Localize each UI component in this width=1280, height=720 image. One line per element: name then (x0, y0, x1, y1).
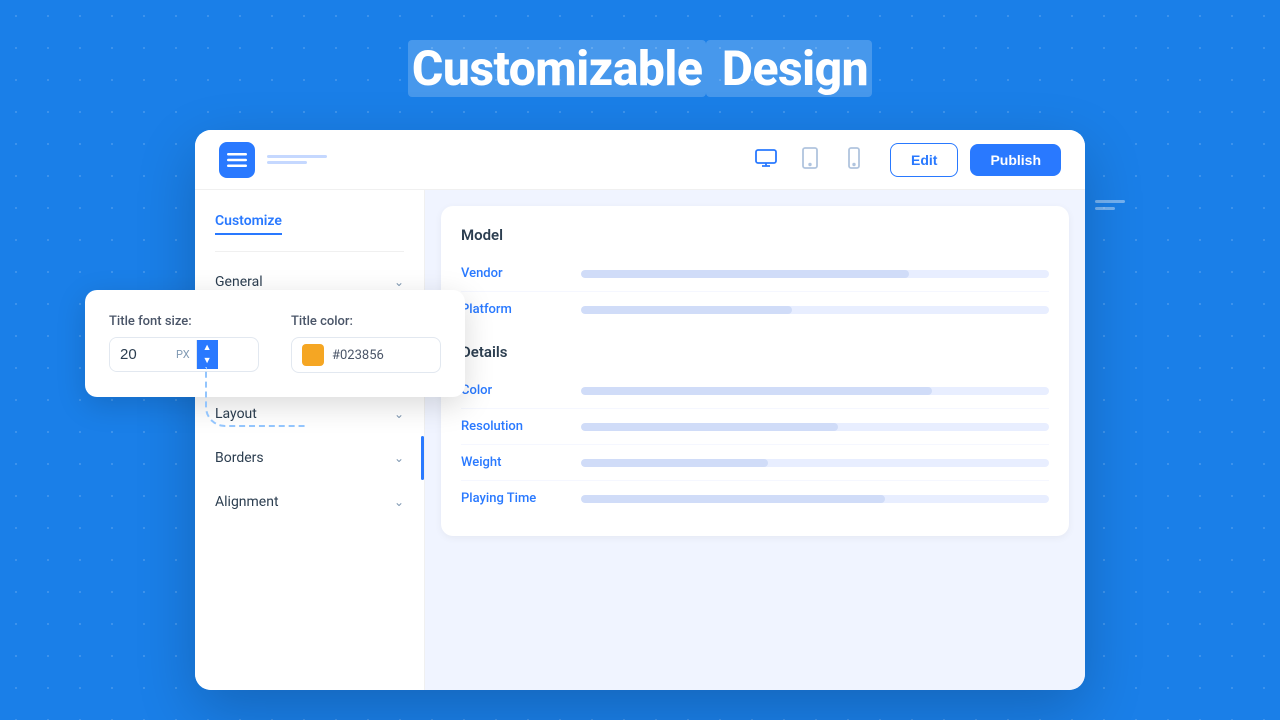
color-hex-value: #023856 (332, 348, 384, 363)
color-label: Color (461, 383, 581, 398)
alignment-chevron-down: ⌄ (394, 495, 404, 509)
table-row: Resolution (461, 409, 1049, 445)
color-field: Title color: #023856 (291, 314, 441, 373)
top-actions: Edit Publish (890, 143, 1061, 177)
sidebar: Customize General ⌄ Font ⌃ Colors ⌄ Layo… (195, 190, 425, 690)
sidebar-divider (215, 251, 404, 252)
model-section-title: Model (461, 226, 1049, 244)
font-size-input[interactable] (110, 338, 170, 371)
publish-button[interactable]: Publish (970, 144, 1061, 176)
preview-card: Model Vendor Platform (441, 206, 1069, 536)
table-row: Color (461, 373, 1049, 409)
content-area: Customize General ⌄ Font ⌃ Colors ⌄ Layo… (195, 190, 1085, 690)
platform-label: Platform (461, 302, 581, 317)
vendor-label: Vendor (461, 266, 581, 281)
details-section: Details Color Resolution We (461, 343, 1049, 516)
menu-icon (227, 150, 247, 170)
top-bar: Edit Publish (195, 130, 1085, 190)
table-row: Playing Time (461, 481, 1049, 516)
mobile-icon[interactable] (842, 146, 866, 174)
general-label: General (215, 274, 263, 290)
playing-time-label: Playing Time (461, 491, 581, 506)
decorative-lines (1095, 200, 1125, 210)
font-size-field: Title font size: PX ▲ ▼ (109, 314, 259, 373)
weight-label: Weight (461, 455, 581, 470)
color-label: Title color: (291, 314, 441, 329)
font-unit-label: PX (170, 340, 197, 369)
model-section: Model Vendor Platform (461, 226, 1049, 327)
tablet-icon[interactable] (798, 146, 822, 174)
sidebar-nav: Customize (195, 210, 424, 251)
borders-chevron-down: ⌄ (394, 451, 404, 465)
page-title: Customizable Design (0, 0, 1280, 127)
color-input-group[interactable]: #023856 (291, 337, 441, 373)
details-section-title: Details (461, 343, 1049, 361)
resolution-label: Resolution (461, 419, 581, 434)
playing-time-bar (581, 495, 1049, 503)
device-switcher[interactable] (754, 146, 866, 174)
main-preview: Model Vendor Platform (425, 190, 1085, 690)
table-row: Vendor (461, 256, 1049, 292)
logo-area (219, 142, 754, 178)
app-logo (219, 142, 255, 178)
connector-line (205, 367, 305, 427)
sidebar-item-borders[interactable]: Borders ⌄ (195, 436, 424, 480)
customize-tab[interactable]: Customize (215, 213, 282, 235)
desktop-icon[interactable] (754, 146, 778, 174)
platform-bar (581, 306, 1049, 314)
color-bar (581, 387, 1049, 395)
popup-row: Title font size: PX ▲ ▼ Title color: #02… (109, 314, 441, 373)
scrollbar-indicator (421, 436, 424, 480)
table-row: Weight (461, 445, 1049, 481)
main-window: Edit Publish Customize General ⌄ Font ⌃ … (195, 130, 1085, 690)
sidebar-item-alignment[interactable]: Alignment ⌄ (195, 480, 424, 524)
table-row: Platform (461, 292, 1049, 327)
edit-button[interactable]: Edit (890, 143, 958, 177)
weight-bar (581, 459, 1049, 467)
vendor-bar (581, 270, 1049, 278)
alignment-label: Alignment (215, 494, 279, 510)
resolution-bar (581, 423, 1049, 431)
layout-chevron-down: ⌄ (394, 407, 404, 421)
stepper-up[interactable]: ▲ (203, 342, 212, 355)
stepper-down[interactable]: ▼ (203, 355, 212, 368)
font-size-stepper[interactable]: ▲ ▼ (197, 340, 218, 369)
borders-label: Borders (215, 450, 264, 466)
font-size-label: Title font size: (109, 314, 259, 329)
logo-text-placeholder (267, 155, 327, 164)
color-swatch[interactable] (302, 344, 324, 366)
font-settings-popup: Title font size: PX ▲ ▼ Title color: #02… (85, 290, 465, 397)
general-chevron-down: ⌄ (394, 275, 404, 289)
